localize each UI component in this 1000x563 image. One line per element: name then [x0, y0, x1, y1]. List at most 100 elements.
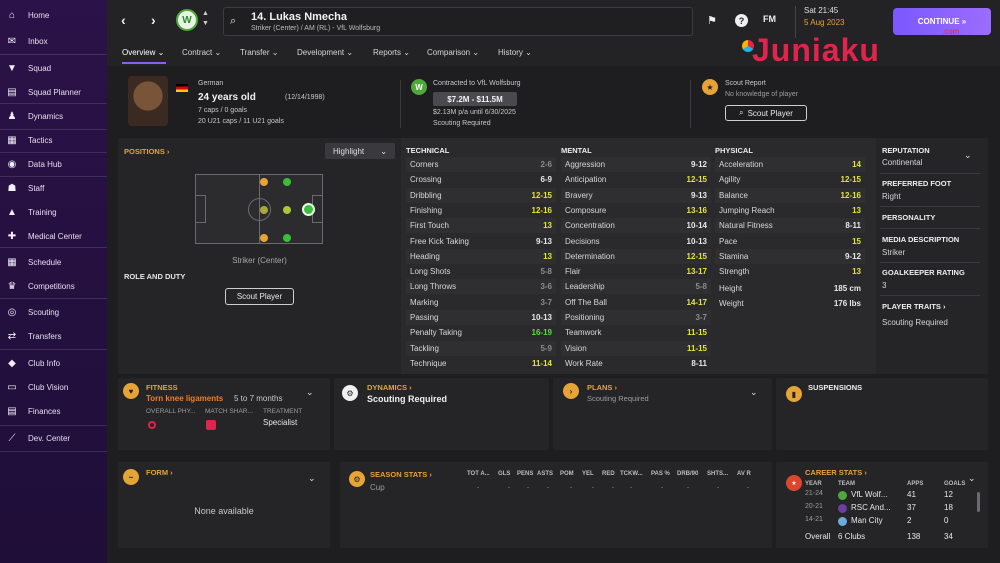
chevron-down-icon[interactable]: ⌄	[968, 473, 976, 484]
dynamics-title[interactable]: DYNAMICS ›	[367, 383, 412, 392]
attribute-row-heading[interactable]: Heading 13	[406, 248, 556, 264]
tab-comparison[interactable]: Comparison ⌄	[427, 48, 479, 57]
attribute-row-marking[interactable]: Marking 3-7	[406, 295, 556, 310]
sidebar-item-club-info[interactable]: ◆ Club Info	[0, 352, 107, 374]
sidebar-item-home[interactable]: ⌂ Home	[0, 4, 107, 26]
value-range[interactable]: $7.2M - $11.5M	[433, 92, 517, 106]
attribute-row-teamwork[interactable]: Teamwork 11-15	[561, 325, 711, 340]
season-stats-column-header[interactable]: TCKW...	[620, 471, 643, 477]
season-stats-column-header[interactable]: AV R	[737, 471, 751, 477]
plans-title[interactable]: PLANS ›	[587, 383, 617, 392]
tab-development[interactable]: Development ⌄	[297, 48, 353, 57]
season-stats-column-header[interactable]: TOT A...	[467, 471, 490, 477]
attribute-row-strength[interactable]: Strength 13	[715, 264, 865, 279]
scout-player-button[interactable]: ⌕ Scout Player	[725, 105, 807, 121]
attribute-row-agility[interactable]: Agility 12-15	[715, 172, 865, 187]
club-badge-icon[interactable]: W	[176, 9, 198, 31]
chevron-down-icon[interactable]: ⌄	[750, 387, 758, 398]
season-stats-column-header[interactable]: ASTS	[537, 471, 553, 477]
attribute-row-corners[interactable]: Corners 2-6	[406, 157, 556, 172]
scout-player-button-2[interactable]: Scout Player	[225, 288, 294, 305]
compare-icon[interactable]: ⚑	[707, 14, 717, 27]
attribute-row-balance[interactable]: Balance 12-16	[715, 187, 865, 203]
season-stats-column-header[interactable]: DRB/90	[677, 471, 698, 477]
player-switch-icon[interactable]: ▲ ▼	[202, 9, 209, 29]
tab-reports[interactable]: Reports ⌄	[373, 48, 410, 57]
sidebar-item-scouting[interactable]: ◎ Scouting	[0, 301, 107, 323]
tab-contract[interactable]: Contract ⌄	[182, 48, 221, 57]
season-stats-column-header[interactable]: POM	[560, 471, 574, 477]
attribute-row-crossing[interactable]: Crossing 6-9	[406, 172, 556, 187]
attribute-row-composure[interactable]: Composure 13-16	[561, 203, 711, 218]
season-stats-column-header[interactable]: PAS %	[651, 471, 670, 477]
attribute-row-bravery[interactable]: Bravery 9-13	[561, 187, 711, 203]
attribute-row-leadership[interactable]: Leadership 5-8	[561, 279, 711, 295]
attribute-row-dribbling[interactable]: Dribbling 12-15	[406, 187, 556, 203]
sidebar-item-squad[interactable]: ▼ Squad	[0, 57, 107, 79]
tab-history[interactable]: History ⌄	[498, 48, 532, 57]
attribute-row-finishing[interactable]: Finishing 12-16	[406, 203, 556, 218]
positions-title[interactable]: POSITIONS ›	[124, 147, 169, 156]
attribute-row-vision[interactable]: Vision 11-15	[561, 340, 711, 356]
attribute-row-tackling[interactable]: Tackling 5-9	[406, 340, 556, 356]
season-stats-column-header[interactable]: RED	[602, 471, 615, 477]
attribute-row-free-kick-taking[interactable]: Free Kick Taking 9-13	[406, 234, 556, 249]
season-stats-column-header[interactable]: PENS	[517, 471, 533, 477]
season-stats-column-header[interactable]: YEL	[582, 471, 594, 477]
player-traits-title[interactable]: PLAYER TRAITS ›	[882, 302, 946, 311]
attribute-row-flair[interactable]: Flair 13-17	[561, 264, 711, 279]
attribute-row-stamina[interactable]: Stamina 9-12	[715, 248, 865, 264]
chevron-down-icon[interactable]: ⌄	[308, 473, 316, 484]
attribute-row-long-throws[interactable]: Long Throws 3-6	[406, 279, 556, 295]
career-row[interactable]: 20-21 RSC And... 37 18	[805, 503, 985, 515]
sidebar-item-medical-center[interactable]: ✚ Medical Center	[0, 225, 107, 247]
attribute-row-anticipation[interactable]: Anticipation 12-15	[561, 172, 711, 187]
attribute-row-decisions[interactable]: Decisions 10-13	[561, 234, 711, 249]
chevron-down-icon[interactable]: ⌄	[964, 150, 972, 161]
sidebar-item-dev-center[interactable]: ⟋ Dev. Center	[0, 427, 107, 449]
attribute-row-penalty-taking[interactable]: Penalty Taking 16-19	[406, 325, 556, 340]
chevron-down-icon[interactable]: ⌄	[306, 387, 314, 398]
highlight-dropdown[interactable]: Highlight ⌄	[325, 143, 395, 159]
attribute-row-passing[interactable]: Passing 10-13	[406, 310, 556, 325]
form-title[interactable]: FORM ›	[146, 468, 173, 477]
sidebar-item-tactics[interactable]: ▦ Tactics	[0, 129, 107, 151]
sidebar-item-staff[interactable]: ☗ Staff	[0, 177, 107, 199]
attribute-row-positioning[interactable]: Positioning 3-7	[561, 310, 711, 325]
season-stats-title[interactable]: SEASON STATS ›	[370, 470, 432, 479]
sidebar-item-club-vision[interactable]: ▭ Club Vision	[0, 376, 107, 398]
sidebar-item-training[interactable]: ▲ Training	[0, 201, 107, 223]
attribute-row-technique[interactable]: Technique 11-14	[406, 356, 556, 371]
season-stats-column-header[interactable]: SHTS...	[707, 471, 728, 477]
attribute-row-jumping-reach[interactable]: Jumping Reach 13	[715, 203, 865, 218]
attribute-row-concentration[interactable]: Concentration 10-14	[561, 218, 711, 234]
attribute-row-determination[interactable]: Determination 12-15	[561, 248, 711, 264]
tab-transfer[interactable]: Transfer ⌄	[240, 48, 278, 57]
scrollbar[interactable]	[977, 492, 980, 512]
attribute-row-acceleration[interactable]: Acceleration 14	[715, 157, 865, 172]
sidebar-item-inbox[interactable]: ✉ Inbox	[0, 30, 107, 52]
season-stats-column-header[interactable]: GLS	[498, 471, 510, 477]
sidebar-item-data-hub[interactable]: ◉ Data Hub	[0, 153, 107, 175]
attribute-row-pace[interactable]: Pace 15	[715, 234, 865, 249]
sidebar-item-competitions[interactable]: ♛ Competitions	[0, 275, 107, 297]
heart-icon: ♥	[123, 383, 139, 399]
career-row[interactable]: 14-21 Man City 2 0	[805, 516, 985, 528]
back-arrow-icon[interactable]: ‹	[121, 12, 126, 28]
tab-overview[interactable]: Overview ⌄	[122, 48, 164, 57]
player-header-box[interactable]: ⌕ 14. Lukas Nmecha Striker (Center) / AM…	[223, 7, 693, 36]
attribute-row-off-the-ball[interactable]: Off The Ball 14-17	[561, 295, 711, 310]
sidebar-item-dynamics[interactable]: ♟ Dynamics	[0, 105, 107, 127]
attribute-row-first-touch[interactable]: First Touch 13	[406, 218, 556, 234]
attribute-row-long-shots[interactable]: Long Shots 5-8	[406, 264, 556, 279]
sidebar-item-schedule[interactable]: ▦ Schedule	[0, 251, 107, 273]
attribute-row-aggression[interactable]: Aggression 9-12	[561, 157, 711, 172]
sidebar-item-squad-planner[interactable]: ▤ Squad Planner	[0, 81, 107, 103]
attribute-row-natural-fitness[interactable]: Natural Fitness 8-11	[715, 218, 865, 234]
career-row[interactable]: 21-24 VfL Wolf... 41 12	[805, 490, 985, 502]
forward-arrow-icon[interactable]: ›	[151, 12, 156, 28]
sidebar-item-finances[interactable]: ▤ Finances	[0, 400, 107, 422]
career-stats-title[interactable]: CAREER STATS ›	[805, 468, 867, 477]
attribute-row-work-rate[interactable]: Work Rate 8-11	[561, 356, 711, 371]
sidebar-item-transfers[interactable]: ⇄ Transfers	[0, 325, 107, 347]
